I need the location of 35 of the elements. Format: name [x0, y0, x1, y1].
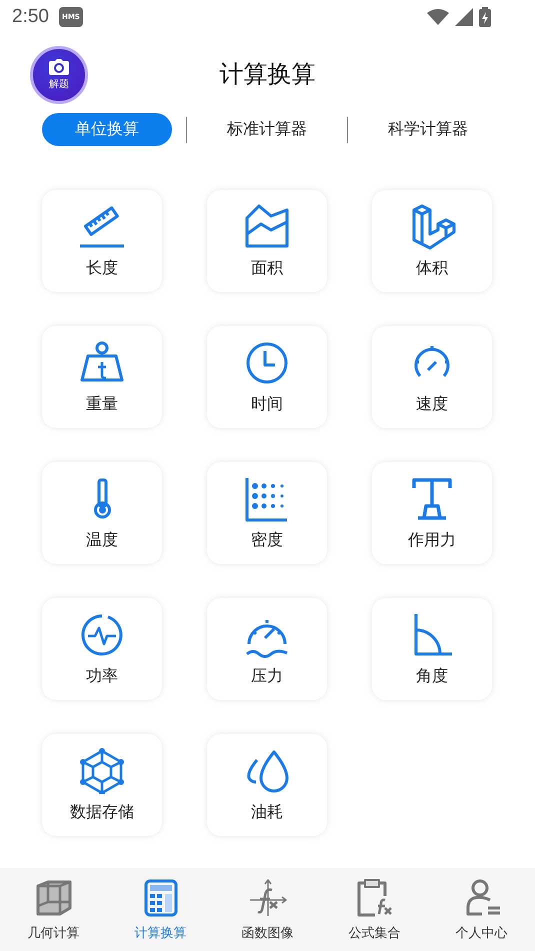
- unit-tile[interactable]: 速度: [372, 326, 492, 428]
- status-time: 2:50: [12, 6, 49, 28]
- signal-icon: [455, 8, 473, 26]
- nav-tab[interactable]: 函数图像: [214, 868, 321, 951]
- tab[interactable]: 单位换算: [42, 113, 172, 146]
- clipboard-icon: [354, 878, 394, 918]
- nav-tab[interactable]: 个人中心: [428, 868, 535, 951]
- tab[interactable]: 标准计算器: [187, 113, 347, 146]
- nav-tab[interactable]: 几何计算: [0, 868, 107, 951]
- cube-icon: [34, 878, 74, 918]
- unit-tile[interactable]: 数据存储: [42, 734, 162, 836]
- nav-tab[interactable]: 计算换算: [107, 868, 214, 951]
- unit-tile[interactable]: 体积: [372, 190, 492, 292]
- battery-icon: [479, 7, 491, 27]
- unit-tile[interactable]: 作用力: [372, 462, 492, 564]
- page-title: 计算换算: [220, 59, 316, 90]
- unit-tile[interactable]: 油耗: [207, 734, 327, 836]
- area-chart-icon: [243, 204, 291, 250]
- wifi-icon: [427, 9, 449, 25]
- unit-tile[interactable]: 时间: [207, 326, 327, 428]
- unit-tile[interactable]: 面积: [207, 190, 327, 292]
- network-icon: [78, 748, 126, 794]
- camera-icon: [49, 59, 69, 75]
- nav-tab[interactable]: 公式集合: [321, 868, 428, 951]
- unit-tile[interactable]: 功率: [42, 598, 162, 700]
- unit-tile[interactable]: 温度: [42, 462, 162, 564]
- unit-tile[interactable]: 长度: [42, 190, 162, 292]
- unit-tile[interactable]: 压力: [207, 598, 327, 700]
- unit-tile[interactable]: 密度: [207, 462, 327, 564]
- ruler-icon: [78, 204, 126, 250]
- graph-icon: [248, 878, 288, 918]
- unit-tile[interactable]: 重量: [42, 326, 162, 428]
- tab[interactable]: 科学计算器: [348, 113, 508, 146]
- solve-camera-button[interactable]: 解题: [30, 46, 88, 104]
- unit-tile[interactable]: 角度: [372, 598, 492, 700]
